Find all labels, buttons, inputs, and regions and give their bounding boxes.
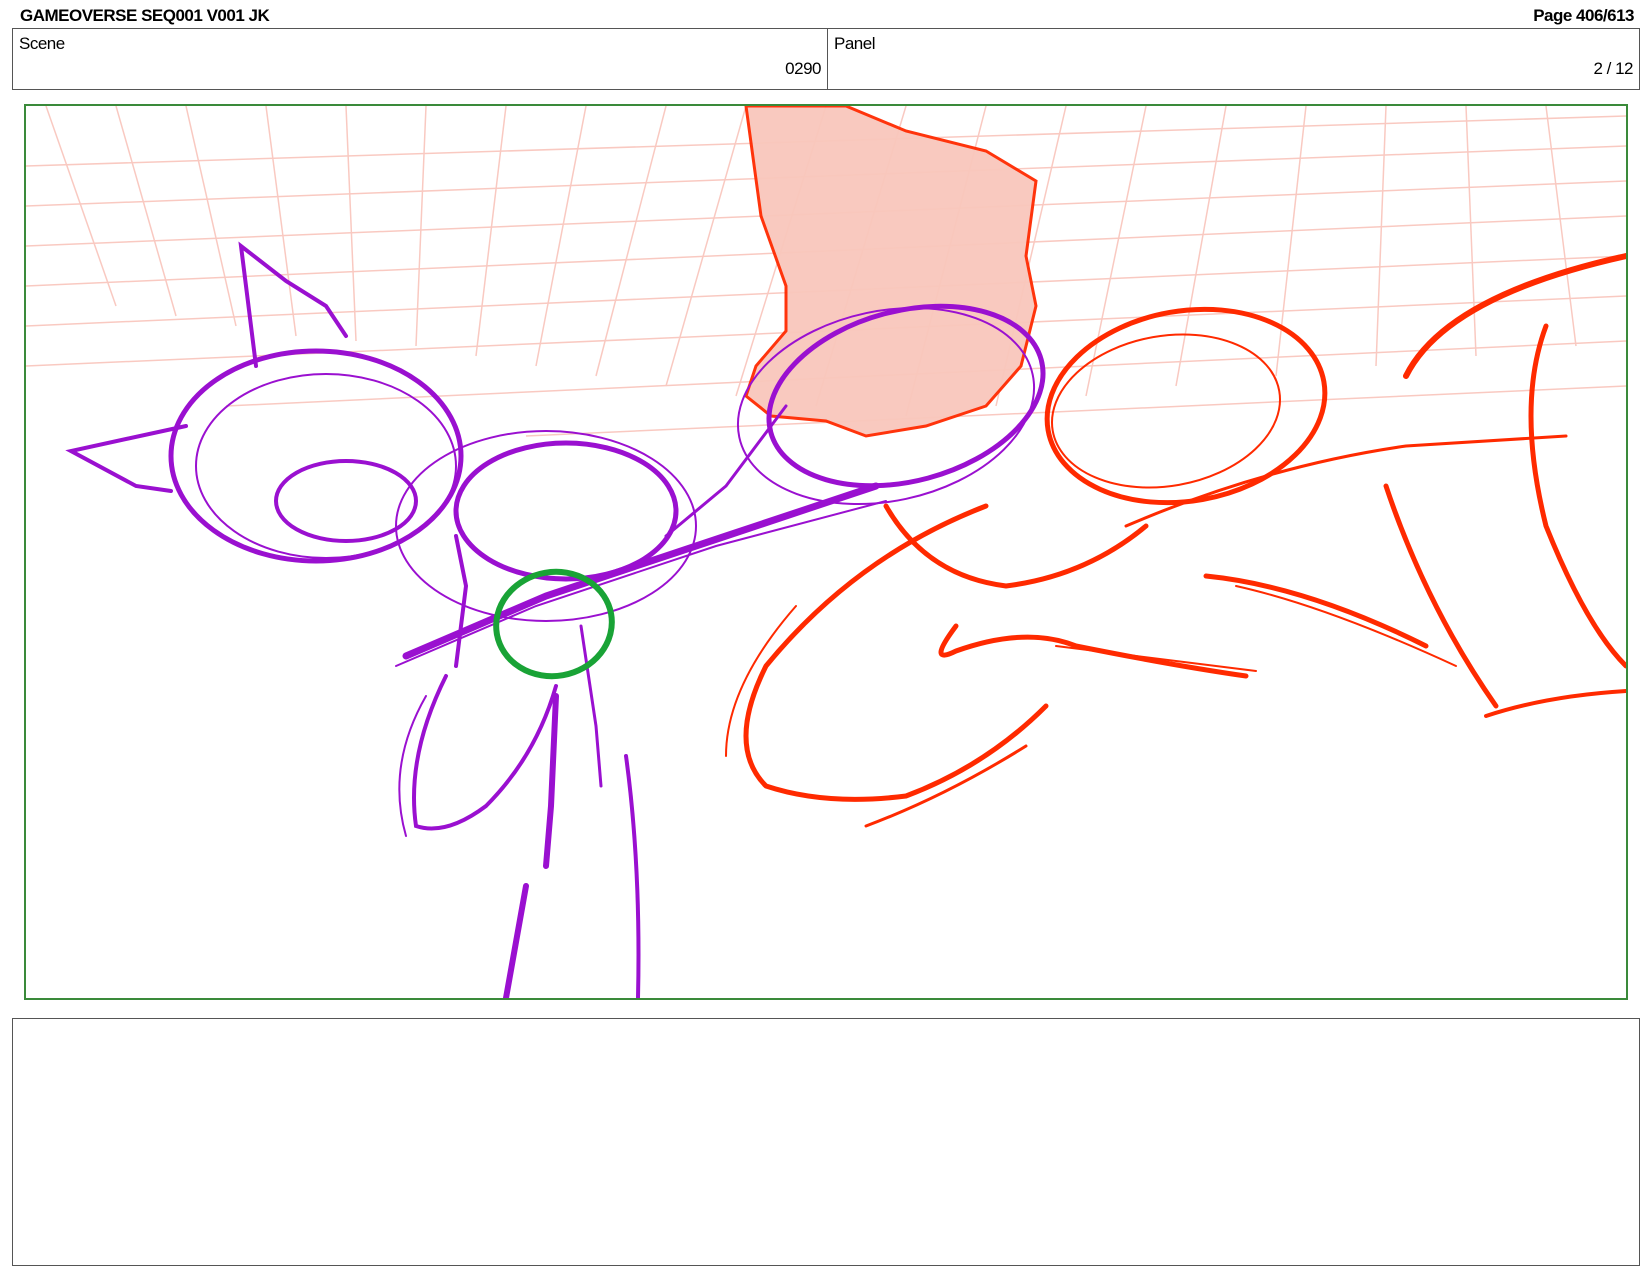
page-number: Page 406/613: [1533, 6, 1634, 25]
doc-title: GAMEOVERSE SEQ001 V001 JK: [20, 6, 270, 25]
storyboard-frame: [24, 104, 1628, 1000]
notes-box: [12, 1018, 1640, 1266]
panel-cell: Panel 2 / 12: [828, 29, 1639, 89]
sketch-drawing: [26, 106, 1626, 998]
panel-label: Panel: [834, 34, 875, 53]
scene-value: 0290: [785, 59, 821, 78]
info-table: Scene 0290 Panel 2 / 12: [12, 28, 1640, 90]
scene-cell: Scene 0290: [13, 29, 828, 89]
scene-label: Scene: [19, 34, 65, 53]
foreground-shape: [744, 106, 1038, 438]
panel-value: 2 / 12: [1593, 59, 1633, 78]
